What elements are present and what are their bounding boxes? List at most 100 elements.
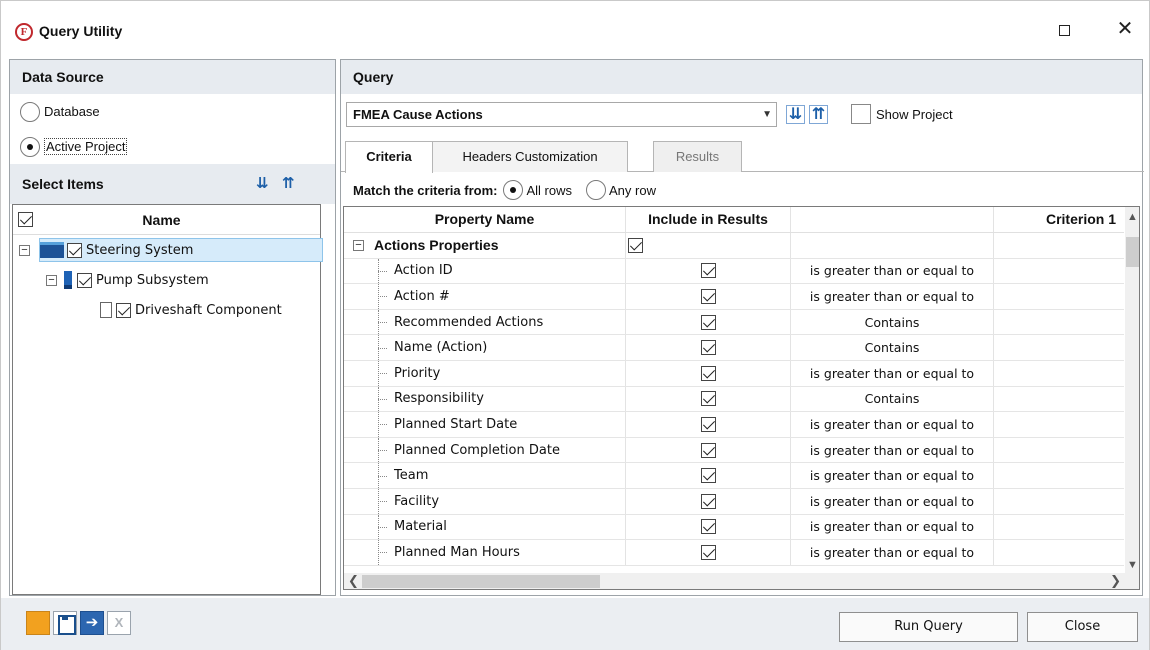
include-checkbox[interactable] — [700, 365, 716, 381]
scroll-left-icon[interactable]: ❮ — [348, 573, 359, 589]
table-row[interactable]: Recommended Actions Contains — [344, 309, 1124, 336]
criterion-1-value[interactable] — [993, 284, 1124, 309]
criterion-1-value[interactable] — [993, 335, 1124, 360]
show-project-toggle[interactable]: Show Project — [851, 104, 953, 124]
table-row[interactable]: Priority is greater than or equal to — [344, 360, 1124, 387]
group-row-actions-properties[interactable]: − Actions Properties — [344, 233, 1124, 259]
tab-results[interactable]: Results — [653, 141, 742, 172]
property-cell: Planned Start Date — [344, 412, 625, 437]
criterion-1-value[interactable] — [993, 412, 1124, 437]
data-source-option-active-project[interactable]: Active Project — [10, 129, 335, 164]
chevron-down-icon[interactable]: ▼ — [762, 103, 772, 126]
include-checkbox[interactable] — [700, 288, 716, 304]
criterion-1-value[interactable] — [993, 309, 1124, 335]
include-cell — [625, 258, 790, 284]
collapse-all-icon[interactable]: ⇈ — [809, 105, 828, 124]
include-checkbox[interactable] — [700, 519, 716, 535]
tree-checkbox-pump-subsystem[interactable] — [77, 272, 92, 288]
vertical-scrollbar[interactable]: ▲ ▼ — [1125, 207, 1139, 573]
data-source-option-database[interactable]: Database — [10, 94, 335, 129]
radio-active-project[interactable] — [20, 136, 40, 157]
criterion-operator[interactable]: Contains — [790, 386, 993, 412]
include-checkbox[interactable] — [700, 468, 716, 484]
criterion-operator[interactable]: is greater than or equal to — [790, 488, 993, 514]
app-logo-icon: F — [15, 23, 33, 41]
horizontal-scroll-thumb[interactable] — [362, 575, 600, 588]
expand-all-icon[interactable]: ⇊ — [786, 105, 805, 124]
tree-item-pump-subsystem[interactable]: − Pump Subsystem — [13, 265, 320, 295]
tree-checkbox-driveshaft-component[interactable] — [116, 302, 131, 318]
close-button[interactable]: Close — [1027, 612, 1138, 642]
show-project-checkbox[interactable] — [851, 104, 871, 124]
collapse-toggle-icon[interactable]: − — [353, 239, 364, 251]
tab-criteria[interactable]: Criteria — [345, 141, 433, 173]
criterion-operator[interactable]: is greater than or equal to — [790, 514, 993, 540]
criterion-1-value[interactable] — [993, 488, 1124, 514]
select-all-checkbox[interactable] — [18, 212, 33, 227]
include-checkbox[interactable] — [700, 340, 716, 356]
criterion-1-value[interactable] — [993, 360, 1124, 386]
include-cell — [625, 437, 790, 463]
table-row[interactable]: Name (Action) Contains — [344, 335, 1124, 361]
include-checkbox[interactable] — [700, 416, 716, 432]
open-folder-icon[interactable] — [26, 611, 50, 635]
criterion-operator[interactable]: Contains — [790, 309, 993, 335]
table-row[interactable]: Action ID is greater than or equal to — [344, 258, 1124, 285]
include-checkbox[interactable] — [700, 391, 716, 407]
criterion-operator[interactable]: is greater than or equal to — [790, 540, 993, 565]
criterion-operator[interactable]: Contains — [790, 335, 993, 360]
criterion-operator[interactable]: is greater than or equal to — [790, 412, 993, 437]
criterion-1-value[interactable] — [993, 386, 1124, 412]
radio-database[interactable] — [20, 101, 40, 122]
criterion-1-value[interactable] — [993, 463, 1124, 488]
criterion-1-value[interactable] — [993, 540, 1124, 565]
select-items-header: Select Items ⇊ ⇈ — [10, 164, 335, 204]
include-checkbox[interactable] — [700, 544, 716, 560]
scroll-up-icon[interactable]: ▲ — [1125, 211, 1139, 223]
group-include-checkbox[interactable] — [628, 237, 643, 253]
criterion-1-value[interactable] — [993, 514, 1124, 540]
tree-item-steering-system[interactable]: − Steering System — [13, 235, 323, 265]
transfer-icon[interactable]: ➔ — [80, 611, 104, 635]
criterion-operator[interactable]: is greater than or equal to — [790, 258, 993, 284]
include-checkbox[interactable] — [700, 314, 716, 330]
criterion-1-value[interactable] — [993, 437, 1124, 463]
collapse-all-icon[interactable]: ⇈ — [282, 176, 295, 191]
criterion-operator[interactable]: is greater than or equal to — [790, 437, 993, 463]
vertical-scroll-thumb[interactable] — [1126, 237, 1139, 267]
include-checkbox[interactable] — [700, 493, 716, 509]
include-checkbox[interactable] — [700, 442, 716, 458]
table-row[interactable]: Facility is greater than or equal to — [344, 488, 1124, 515]
close-icon[interactable]: ✕ — [1113, 18, 1137, 40]
table-row[interactable]: Material is greater than or equal to — [344, 514, 1124, 541]
criterion-operator[interactable]: is greater than or equal to — [790, 463, 993, 488]
table-row[interactable]: Team is greater than or equal to — [344, 463, 1124, 489]
table-row[interactable]: Planned Start Date is greater than or eq… — [344, 412, 1124, 438]
collapse-toggle-icon[interactable]: − — [19, 244, 30, 256]
scroll-right-icon[interactable]: ❯ — [1110, 573, 1121, 589]
table-row[interactable]: Responsibility Contains — [344, 386, 1124, 413]
collapse-toggle-icon[interactable]: − — [46, 274, 57, 286]
table-row[interactable]: Planned Man Hours is greater than or equ… — [344, 540, 1124, 566]
expand-all-icon[interactable]: ⇊ — [256, 176, 269, 191]
tree-checkbox-steering-system[interactable] — [67, 242, 82, 258]
items-tree[interactable]: Name − Steering System − Pump Subsystem … — [12, 204, 323, 595]
criteria-grid[interactable]: Property Name Include in Results Criteri… — [343, 206, 1140, 590]
tab-headers-customization[interactable]: Headers Customization — [432, 141, 628, 172]
include-checkbox[interactable] — [700, 263, 716, 279]
table-row[interactable]: Planned Completion Date is greater than … — [344, 437, 1124, 464]
horizontal-scrollbar[interactable]: ❮ ❯ — [344, 573, 1125, 589]
criterion-operator[interactable]: is greater than or equal to — [790, 284, 993, 309]
table-row[interactable]: Action # is greater than or equal to — [344, 284, 1124, 310]
query-toolbar: FMEA Cause Actions ▼ ⇊ ⇈ Show Project — [341, 94, 1142, 132]
radio-all-rows[interactable] — [503, 180, 524, 200]
scroll-down-icon[interactable]: ▼ — [1125, 559, 1139, 571]
run-query-button[interactable]: Run Query — [839, 612, 1018, 642]
save-icon[interactable] — [53, 611, 77, 635]
tree-item-driveshaft-component[interactable]: Driveshaft Component — [13, 295, 320, 325]
criterion-1-value[interactable] — [993, 258, 1124, 284]
maximize-icon[interactable] — [1059, 25, 1070, 36]
query-select[interactable]: FMEA Cause Actions ▼ — [346, 102, 777, 127]
radio-any-row[interactable] — [586, 180, 606, 200]
criterion-operator[interactable]: is greater than or equal to — [790, 360, 993, 386]
